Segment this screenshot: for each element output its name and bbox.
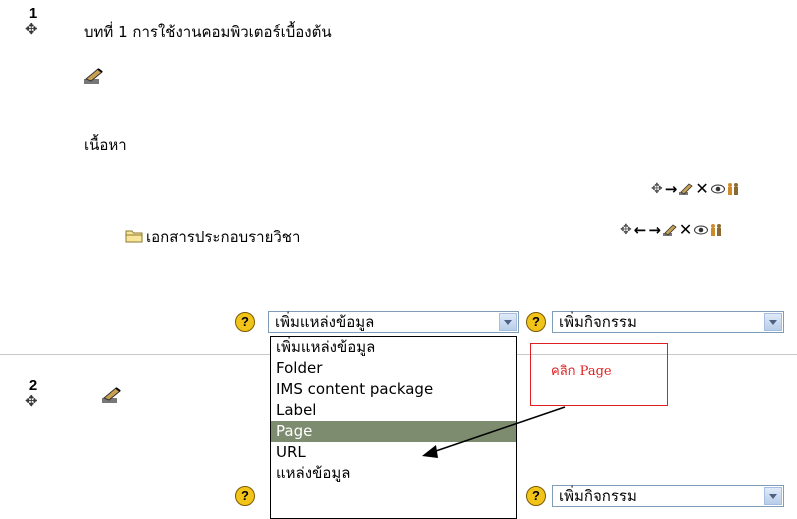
chevron-down-icon[interactable]: [499, 313, 517, 331]
resource-edit-icons: ✥ ← → ✕: [620, 222, 722, 238]
section-1-title: บทที่ 1 การใช้งานคอมพิวเตอร์เบื้องต้น: [84, 23, 332, 41]
help-activity-icon[interactable]: ?: [526, 312, 546, 332]
section-2-move-icon[interactable]: ✥: [25, 394, 38, 409]
delete-icon[interactable]: ✕: [695, 181, 708, 197]
group-mode-icon[interactable]: [710, 223, 722, 237]
edit-summary-icon[interactable]: [101, 386, 123, 404]
dropdown-option[interactable]: เพิ่มแหล่งข้อมูล: [271, 337, 516, 358]
pointer-arrow: [422, 406, 566, 458]
help-resource-icon[interactable]: ?: [235, 312, 255, 332]
add-activity-select-value: เพิ่มกิจกรรม: [559, 313, 637, 331]
eye-icon[interactable]: [710, 183, 725, 195]
add-activity-select[interactable]: เพิ่มกิจกรรม: [552, 485, 784, 507]
resource-link[interactable]: เอกสารประกอบรายวิชา: [146, 225, 300, 249]
edit-summary-icon[interactable]: [83, 67, 105, 85]
chevron-down-icon[interactable]: [764, 313, 782, 331]
indent-left-icon[interactable]: ←: [634, 222, 647, 238]
move-icon[interactable]: ✥: [620, 222, 632, 238]
label-edit-icons: ✥ → ✕: [651, 181, 739, 197]
section-1-move-icon[interactable]: ✥: [25, 22, 38, 37]
add-activity-select-value: เพิ่มกิจกรรม: [559, 487, 637, 505]
eye-icon[interactable]: [694, 224, 709, 236]
move-icon[interactable]: ✥: [651, 181, 663, 197]
group-mode-icon[interactable]: [727, 182, 739, 196]
add-resource-select-value: เพิ่มแหล่งข้อมูล: [275, 313, 375, 331]
indent-right-icon[interactable]: →: [665, 181, 678, 197]
add-resource-select[interactable]: เพิ่มแหล่งข้อมูล: [268, 311, 519, 333]
content-label: เนื้อหา: [84, 136, 127, 154]
add-activity-select[interactable]: เพิ่มกิจกรรม: [552, 311, 784, 333]
help-resource-icon[interactable]: ?: [235, 486, 255, 506]
edit-icon[interactable]: [662, 223, 677, 237]
section-2-number: 2: [28, 377, 38, 394]
section-1-number: 1: [28, 5, 38, 22]
delete-icon[interactable]: ✕: [679, 222, 692, 238]
indent-right-icon[interactable]: →: [648, 222, 661, 238]
help-activity-icon[interactable]: ?: [526, 486, 546, 506]
dropdown-option[interactable]: แหล่งข้อมูล: [271, 463, 516, 484]
chevron-down-icon[interactable]: [764, 487, 782, 505]
callout-text: คลิก Page: [551, 364, 612, 379]
edit-icon[interactable]: [679, 182, 693, 196]
folder-icon: [125, 230, 143, 243]
dropdown-option[interactable]: Folder: [271, 358, 516, 379]
